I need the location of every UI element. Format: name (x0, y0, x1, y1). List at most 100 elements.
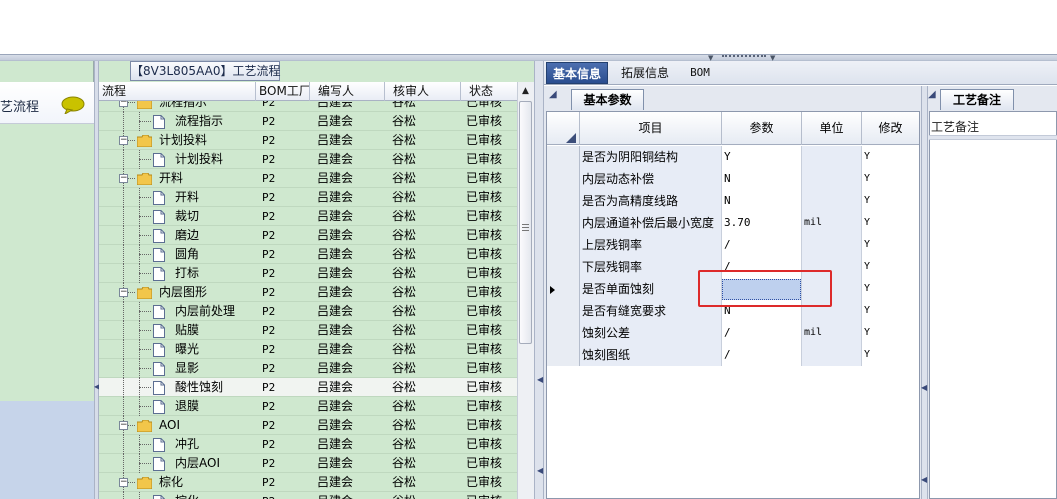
cell-modify[interactable]: Y (862, 168, 919, 190)
row-selector[interactable] (547, 322, 580, 344)
tree-node-label[interactable]: 棕化 (159, 473, 183, 492)
cell-value[interactable]: Y (722, 146, 802, 168)
collapse-arrow-icon[interactable]: ◀ (921, 475, 927, 484)
row-selector[interactable] (547, 234, 580, 256)
tree-expand-icon[interactable]: − (119, 174, 128, 183)
cell-modify[interactable]: Y (862, 212, 919, 234)
tree-row[interactable]: 冲孔 P2 吕建会 谷松 已审核 (99, 435, 517, 454)
left-nav-label[interactable]: 艺流程 (0, 96, 39, 115)
params-row[interactable]: 是否为阴阳铜结构 Y Y (547, 146, 919, 168)
tree-row[interactable]: 裁切 P2 吕建会 谷松 已审核 (99, 207, 517, 226)
tree-row[interactable]: 贴膜 P2 吕建会 谷松 已审核 (99, 321, 517, 340)
cell-modify[interactable]: Y (862, 234, 919, 256)
tree-node-label[interactable]: 裁切 (175, 207, 199, 226)
collapse-arrow-icon[interactable]: ◀ (537, 375, 543, 384)
params-row[interactable]: 是否为高精度线路 N Y (547, 190, 919, 212)
column-header-flow[interactable]: 流程 (99, 82, 256, 101)
collapse-arrow-icon[interactable]: ◢ (928, 89, 936, 100)
cell-value[interactable]: / (722, 322, 802, 344)
tree-row[interactable]: 打标 P2 吕建会 谷松 已审核 (99, 264, 517, 283)
row-selector[interactable] (547, 146, 580, 168)
tree-node-label[interactable]: 内层前处理 (175, 302, 235, 321)
tree-row[interactable]: 开料 P2 吕建会 谷松 已审核 (99, 188, 517, 207)
chat-bubble-icon[interactable] (61, 96, 85, 114)
column-header-factory[interactable]: BOM工厂 (256, 82, 310, 101)
tree-node-label[interactable]: 棕化 (175, 492, 199, 499)
tree-node-label[interactable]: 流程指示 (175, 112, 223, 131)
cell-modify[interactable]: Y (862, 146, 919, 168)
tree-node-label[interactable]: 圆角 (175, 245, 199, 264)
row-selector[interactable] (547, 300, 580, 322)
row-selector[interactable] (547, 168, 580, 190)
tree-node-label[interactable]: 内层图形 (159, 283, 207, 302)
tree-node-label[interactable]: 酸性蚀刻 (175, 378, 223, 397)
row-selector[interactable] (547, 190, 580, 212)
collapse-arrow-icon[interactable]: ◢ (549, 89, 557, 100)
row-selector[interactable] (547, 212, 580, 234)
tree-node-label[interactable]: 计划投料 (159, 131, 207, 150)
params-row[interactable]: 上层残铜率 / Y (547, 234, 919, 256)
tree-row[interactable]: − 棕化 P2 吕建会 谷松 已审核 (99, 473, 517, 492)
tree-scroll-thumb[interactable] (519, 101, 532, 344)
right-splitter[interactable] (921, 86, 928, 499)
tree-row[interactable]: 退膜 P2 吕建会 谷松 已审核 (99, 397, 517, 416)
tree-expand-icon[interactable]: − (119, 478, 128, 487)
tree-row[interactable]: 酸性蚀刻 P2 吕建会 谷松 已审核 (99, 378, 517, 397)
cell-modify[interactable]: Y (862, 190, 919, 212)
tab-extended-info[interactable]: 拓展信息 (614, 62, 676, 84)
tree-node-label[interactable]: 曝光 (175, 340, 199, 359)
row-selector[interactable] (547, 256, 580, 278)
column-header-value[interactable]: 参数 (722, 112, 802, 145)
tree-expand-icon[interactable]: − (119, 288, 128, 297)
tree-row[interactable]: − AOI P2 吕建会 谷松 已审核 (99, 416, 517, 435)
cell-value[interactable]: 3.70 (722, 212, 802, 234)
cell-value[interactable]: N (722, 190, 802, 212)
tab-process-remarks[interactable]: 工艺备注 (940, 89, 1014, 110)
tree-node-label[interactable]: 开料 (175, 188, 199, 207)
cell-modify[interactable]: Y (862, 344, 919, 366)
tree-node-label[interactable]: 显影 (175, 359, 199, 378)
tree-row[interactable]: 显影 P2 吕建会 谷松 已审核 (99, 359, 517, 378)
cell-modify[interactable]: Y (862, 300, 919, 322)
column-header-writer[interactable]: 编写人 (310, 82, 385, 101)
tree-row[interactable]: 计划投料 P2 吕建会 谷松 已审核 (99, 150, 517, 169)
tab-bom[interactable]: BOM (684, 62, 716, 84)
tree-row[interactable]: 棕化 P2 吕建会谷松已审核 (99, 492, 517, 499)
tree-node-label[interactable]: 磨边 (175, 226, 199, 245)
collapse-arrow-icon[interactable]: ◀ (537, 466, 543, 475)
params-row[interactable]: 蚀刻图纸 / Y (547, 344, 919, 366)
tree-node-label[interactable]: 计划投料 (175, 150, 223, 169)
column-header-item[interactable]: 项目 (580, 112, 722, 145)
cell-value[interactable]: / (722, 234, 802, 256)
cell-value[interactable]: N (722, 168, 802, 190)
tree-row[interactable]: − 内层图形 P2 吕建会 谷松 已审核 (99, 283, 517, 302)
tree-node-label[interactable]: 开料 (159, 169, 183, 188)
cell-modify[interactable]: Y (862, 322, 919, 344)
collapse-arrow-icon[interactable]: ◀ (921, 383, 927, 392)
horizontal-splitter[interactable] (0, 54, 1057, 61)
tree-row[interactable]: 磨边 P2 吕建会 谷松 已审核 (99, 226, 517, 245)
tab-basic-params[interactable]: 基本参数 (571, 89, 644, 110)
middle-splitter[interactable] (534, 61, 544, 499)
column-header-modify[interactable]: 修改 (862, 112, 919, 145)
params-row[interactable]: 蚀刻公差 / mil Y (547, 322, 919, 344)
column-header-status[interactable]: 状态 (461, 82, 517, 101)
tree-expand-icon[interactable]: − (119, 421, 128, 430)
column-header-reviewer[interactable]: 核审人 (385, 82, 461, 101)
row-selector[interactable] (547, 344, 580, 366)
tree-row[interactable]: 流程指示 P2 吕建会 谷松 已审核 (99, 112, 517, 131)
tree-node-label[interactable]: 打标 (175, 264, 199, 283)
tree-node-label[interactable]: 内层AOI (175, 454, 220, 473)
tree-node-label[interactable]: 退膜 (175, 397, 199, 416)
tree-node-label[interactable]: AOI (159, 416, 180, 435)
splitter-grip[interactable] (722, 55, 766, 59)
params-row[interactable]: 内层通道补偿后最小宽度 3.70 mil Y (547, 212, 919, 234)
cell-value[interactable]: / (722, 344, 802, 366)
tab-basic-info[interactable]: 基本信息 (546, 62, 608, 84)
params-row[interactable]: 内层动态补偿 N Y (547, 168, 919, 190)
remarks-textarea[interactable] (929, 111, 1057, 499)
tree-row[interactable]: 内层前处理 P2 吕建会 谷松 已审核 (99, 302, 517, 321)
cell-modify[interactable]: Y (862, 256, 919, 278)
tree-node-label[interactable]: 贴膜 (175, 321, 199, 340)
tree-row[interactable]: 曝光 P2 吕建会 谷松 已审核 (99, 340, 517, 359)
